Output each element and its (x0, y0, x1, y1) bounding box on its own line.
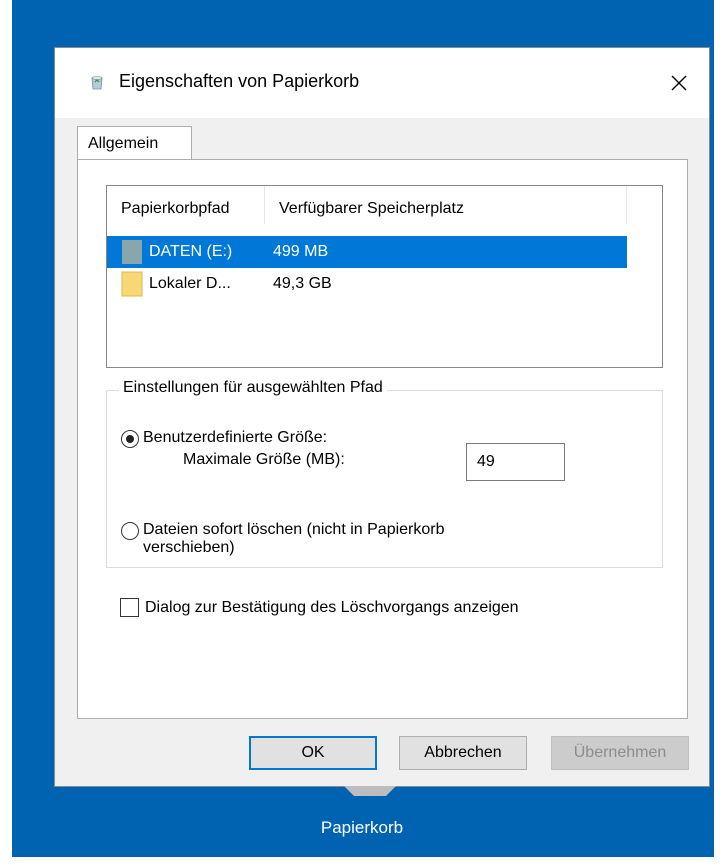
item-name: DATEN (E:) (149, 243, 233, 260)
item-space: 49,3 GB (273, 275, 332, 292)
folder-icon (121, 271, 143, 297)
cancel-button[interactable]: Abbrechen (399, 736, 527, 770)
confirm-delete-checkbox[interactable]: Dialog zur Bestätigung des Löschvorgangs… (120, 598, 519, 617)
radio-delete-immediately[interactable]: Dateien sofort löschen (nicht in Papierk… (121, 521, 445, 557)
drive-icon (122, 240, 142, 264)
list-item[interactable]: DATEN (E:) 499 MB (107, 236, 627, 268)
maxsize-label: Maximale Größe (MB): (183, 451, 345, 468)
desktop-background-right (714, 0, 724, 867)
radio-delete-line1: Dateien sofort löschen (nicht in Papierk… (143, 521, 445, 538)
recycle-path-list[interactable]: Papierkorbpfad Verfügbarer Speicherplatz… (106, 185, 663, 368)
radio-selected-icon[interactable] (121, 430, 139, 448)
radio-delete-line2: verschieben) (143, 539, 235, 556)
title-bar[interactable]: Eigenschaften von Papierkorb (55, 48, 709, 118)
column-header-space[interactable]: Verfügbarer Speicherplatz (265, 186, 627, 224)
radio-delete-label: Dateien sofort löschen (nicht in Papierk… (143, 521, 445, 557)
list-item[interactable]: Lokaler D... 49,3 GB (107, 268, 627, 300)
radio-custom-size[interactable]: Benutzerdefinierte Größe: (121, 429, 327, 448)
radio-custom-label: Benutzerdefinierte Größe: (143, 429, 328, 446)
tab-allgemein[interactable]: Allgemein (77, 126, 192, 160)
column-header-path[interactable]: Papierkorbpfad (107, 186, 265, 224)
desktop-recycle-bin-icon[interactable] (344, 786, 396, 796)
item-space: 499 MB (273, 243, 329, 260)
close-icon (671, 75, 687, 91)
settings-group: Einstellungen für ausgewählten Pfad Benu… (106, 379, 663, 568)
apply-button[interactable]: Übernehmen (551, 736, 689, 770)
maxsize-input[interactable]: 49 (466, 443, 565, 481)
desktop-icon-label[interactable]: Papierkorb (0, 818, 724, 838)
item-name: Lokaler D... (149, 275, 231, 292)
desktop-background-bottom (0, 857, 724, 867)
checkbox-icon[interactable] (120, 598, 139, 617)
tab-panel: Papierkorbpfad Verfügbarer Speicherplatz… (77, 159, 688, 719)
close-button[interactable] (649, 48, 709, 118)
group-legend: Einstellungen für ausgewählten Pfad (119, 379, 387, 397)
properties-dialog: Eigenschaften von Papierkorb Allgemein P… (54, 47, 710, 787)
recycle-bin-icon (91, 76, 103, 90)
desktop-background (0, 0, 12, 867)
radio-unselected-icon[interactable] (121, 522, 139, 540)
ok-button[interactable]: OK (249, 736, 377, 770)
dialog-title: Eigenschaften von Papierkorb (119, 71, 360, 91)
list-header: Papierkorbpfad Verfügbarer Speicherplatz (107, 186, 627, 224)
checkbox-label: Dialog zur Bestätigung des Löschvorgangs… (145, 598, 519, 616)
